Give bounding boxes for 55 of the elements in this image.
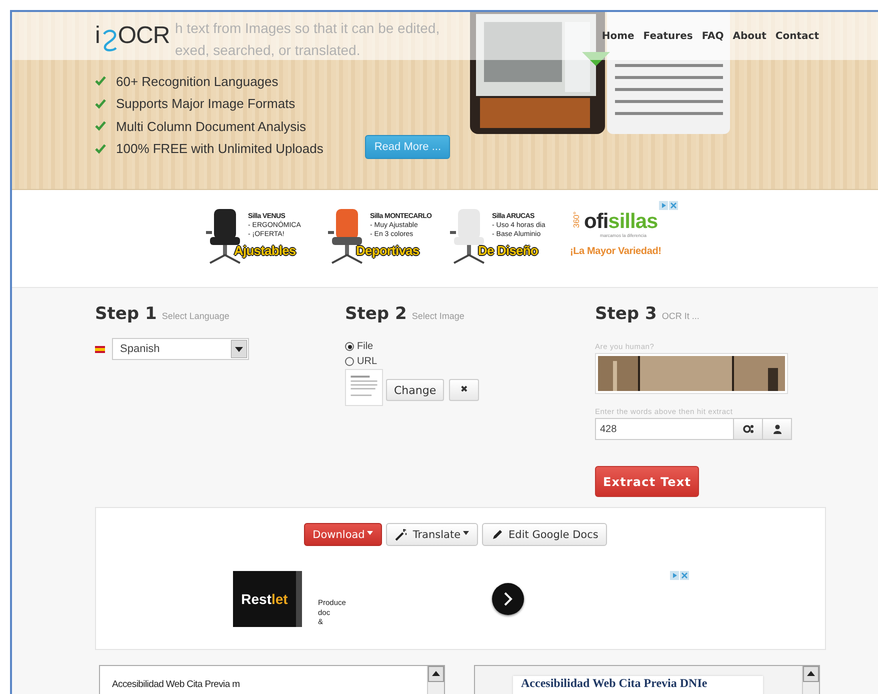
scroll-up-icon[interactable]: [428, 666, 444, 682]
ad-slogan: ¡La Mayor Variedad!: [570, 246, 662, 257]
ad-logo[interactable]: Restlet: [233, 571, 302, 627]
radio-button[interactable]: [345, 357, 354, 366]
document-heading: Accesibilidad Web Cita Previa DNIe: [521, 676, 708, 690]
nav-link[interactable]: Contact: [775, 30, 819, 42]
feature-text: Multi Column Document Analysis: [116, 118, 306, 134]
next-button[interactable]: [492, 583, 524, 615]
gears-icon: [742, 424, 754, 434]
step-hint: Select Image: [412, 311, 464, 321]
step-hint: OCR It ...: [662, 311, 700, 321]
step-title: Step 2: [345, 304, 407, 324]
edit-button[interactable]: Edit Google Docs: [482, 523, 608, 546]
step-title: Step 3: [595, 304, 657, 324]
check-icon: [95, 121, 106, 132]
extract-text-button[interactable]: Extract Text: [595, 466, 699, 497]
check-icon: [95, 76, 106, 86]
change-button[interactable]: Change: [386, 379, 444, 401]
radio-button[interactable]: [345, 342, 354, 351]
editor-text: Accesibilidad Web Cita Previa m: [112, 679, 240, 690]
brand-logo: ofisillas: [584, 211, 658, 233]
text-editor[interactable]: Accesibilidad Web Cita Previa m: [99, 665, 445, 694]
answer-field[interactable]: 428: [595, 418, 734, 440]
remove-button[interactable]: ✖: [449, 379, 480, 401]
new-captcha-button[interactable]: [734, 418, 763, 440]
intro-text: h text from Images so that it can be edited,: [175, 19, 440, 38]
scroll-up-icon[interactable]: [803, 666, 819, 682]
radio-label[interactable]: URL: [357, 356, 378, 367]
translate-button[interactable]: Translate: [386, 523, 478, 546]
feature-text: 100% FREE with Unlimited Uploads: [116, 141, 324, 156]
feature-text: 60+ Recognition Languages: [116, 74, 278, 89]
step-hint: Select Language: [162, 311, 230, 321]
feature-text: Supports Major Image Formats: [116, 96, 296, 112]
chevron-icon: [502, 592, 514, 606]
step-title: Step 1: [95, 304, 157, 324]
check-icon: [95, 144, 106, 154]
language-select[interactable]: Spanish: [112, 338, 249, 360]
ad-tagline: Ajustables: [234, 243, 297, 258]
nav-link[interactable]: About: [732, 30, 766, 42]
intro-text: exed, searched, or translated.: [175, 41, 360, 60]
magic-wand-icon: [394, 528, 407, 540]
flag-icon: [95, 346, 105, 352]
ad-tagline: De Diseño: [478, 243, 539, 258]
nav-link[interactable]: FAQ: [702, 30, 724, 42]
person-icon: [772, 424, 782, 434]
logo[interactable]: i OCR: [95, 20, 170, 52]
nav-link[interactable]: Features: [643, 30, 693, 42]
download-button[interactable]: Download: [304, 523, 382, 546]
check-icon: [95, 98, 106, 109]
pencil-icon: [490, 528, 503, 540]
ad-tagline: Deportivas: [356, 243, 420, 258]
nav-link[interactable]: Home: [602, 30, 634, 42]
dropdown-arrow-icon[interactable]: [231, 340, 247, 358]
radio-label[interactable]: File: [357, 341, 374, 352]
accessibility-button[interactable]: [763, 418, 792, 440]
